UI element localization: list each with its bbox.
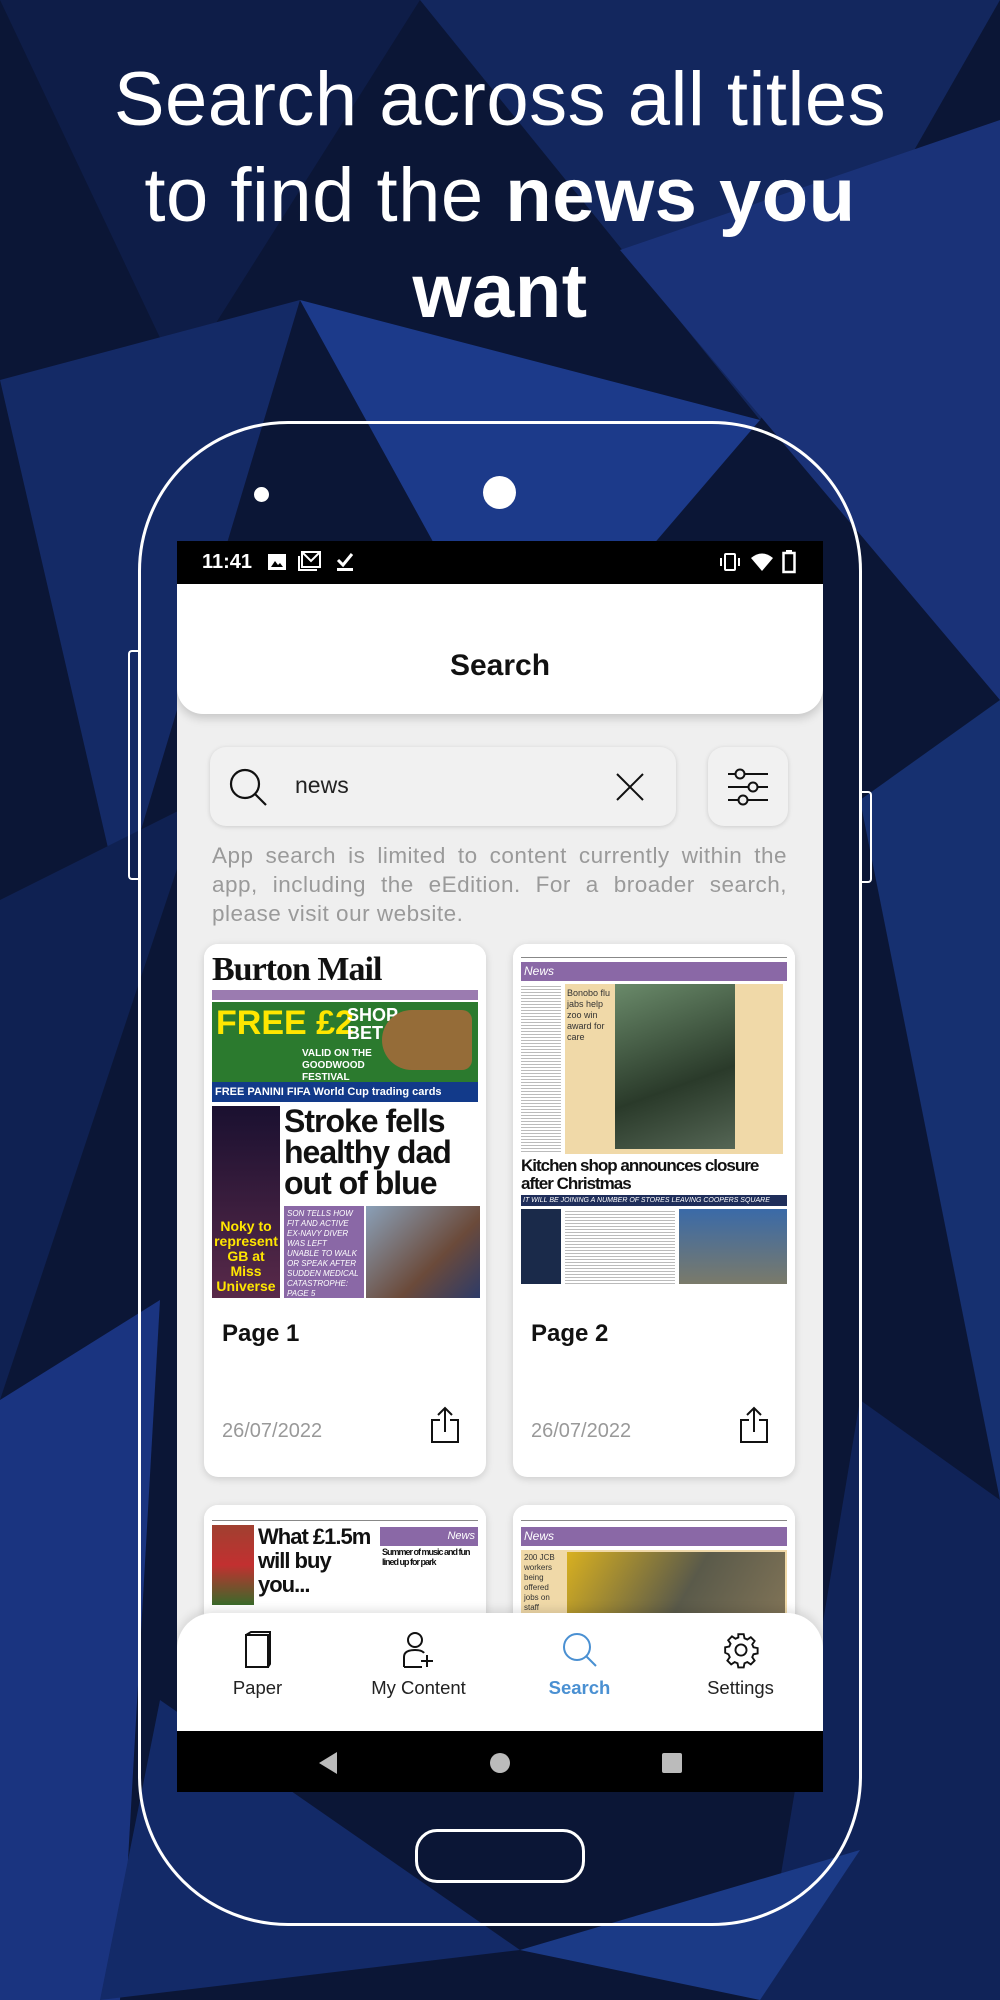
phone-volume-button: [128, 650, 140, 880]
share-icon[interactable]: [430, 1406, 460, 1444]
thumb-rule: [521, 952, 787, 958]
result-page-label: Page 1: [222, 1320, 300, 1347]
system-nav-bar: [177, 1731, 823, 1792]
thumb-rule: [212, 1513, 478, 1521]
wifi-icon: [751, 553, 773, 571]
thumb-photo: [679, 1209, 787, 1284]
search-input[interactable]: news: [210, 747, 676, 826]
thumb-story: 200 JCB workers being offered jobs on st…: [524, 1553, 555, 1612]
thumb-side-story: Summer of music and fun lined up for par…: [382, 1547, 471, 1567]
result-page-label: Page 2: [531, 1320, 609, 1347]
share-icon[interactable]: [739, 1406, 769, 1444]
status-bar: 11:41: [177, 541, 823, 584]
thumb-promo-4: FREE PANINI FIFA World Cup trading cards: [212, 1082, 478, 1102]
promo-headline: Search across all titles to find the new…: [0, 52, 1000, 340]
promo-line-2-text: to find the: [144, 153, 506, 238]
filter-button[interactable]: [708, 747, 788, 826]
nav-item-my-content[interactable]: My Content: [338, 1631, 499, 1699]
result-date: 26/07/2022: [222, 1420, 323, 1442]
search-info-text: App search is limited to content current…: [212, 843, 787, 926]
back-icon[interactable]: [317, 1751, 339, 1775]
gmail-icon: [298, 551, 321, 571]
nav-item-search[interactable]: Search: [499, 1631, 660, 1699]
promo-line-2-bold: news you: [505, 153, 856, 238]
paper-icon: [244, 1631, 271, 1668]
thumb-notices-box: [521, 1209, 561, 1284]
recents-icon[interactable]: [661, 1752, 683, 1774]
search-value: news: [295, 772, 349, 798]
vibrate-icon: [720, 553, 740, 571]
phone-sensor: [254, 487, 269, 502]
thumb-photo: [615, 984, 735, 1149]
thumb-promo-banner: FREE £2 SHOP BET VALID ON THE GOODWOOD F…: [212, 1002, 478, 1102]
thumb-photo: [212, 1525, 254, 1605]
thumb-text-column: [521, 984, 561, 1154]
app-screen: 11:41 Search news App search is limited …: [177, 541, 823, 1792]
search-icon: [229, 768, 267, 806]
battery-icon: [782, 550, 796, 574]
nav-label: Search: [548, 1677, 611, 1698]
thumb-subhead: IT WILL BE JOINING A NUMBER OF STORES LE…: [521, 1195, 787, 1206]
page-title: Search: [449, 649, 551, 682]
page-thumbnail: Burton Mail FREE £2 SHOP BET VALID ON TH…: [204, 944, 486, 1298]
promo-line-3: want: [0, 244, 1000, 340]
thumb-subhead: SON TELLS HOW FIT AND ACTIVE EX-NAVY DIV…: [284, 1206, 364, 1298]
thumb-text-column: [565, 1209, 675, 1284]
gear-icon: [723, 1633, 759, 1669]
nav-label: Paper: [232, 1677, 283, 1698]
thumb-section: News: [380, 1527, 478, 1546]
nav-label: Settings: [707, 1677, 774, 1698]
thumb-promo: FREE £2: [216, 1004, 354, 1042]
result-card-page-2[interactable]: News Bonobo flu jabs help zoo win award …: [513, 944, 795, 1477]
thumb-headline: Kitchen shop announces closure after Chr…: [521, 1156, 759, 1193]
search-icon: [562, 1633, 597, 1667]
close-icon[interactable]: [615, 772, 645, 802]
thumb-section: News: [521, 962, 787, 981]
result-date: 26/07/2022: [531, 1420, 632, 1442]
promo-line-3-bold: want: [412, 249, 588, 334]
phone-camera: [483, 476, 516, 509]
promo-line-2: to find the news you: [0, 148, 1000, 244]
add-user-icon: [402, 1632, 433, 1668]
thumb-photo: [382, 1010, 472, 1070]
download-done-icon: [336, 553, 354, 571]
thumb-headline: Stroke fells healthy dad out of blue: [284, 1103, 452, 1201]
sliders-icon: [728, 768, 768, 806]
image-icon: [268, 554, 286, 570]
bottom-nav: Paper My Content Search Settings: [177, 1613, 823, 1733]
thumb-headline: What £1.5m will buy you...: [258, 1524, 371, 1597]
nav-label: My Content: [371, 1677, 466, 1698]
nav-item-settings[interactable]: Settings: [660, 1631, 821, 1699]
page-thumbnail: News Bonobo flu jabs help zoo win award …: [513, 944, 795, 1298]
thumb-story: Bonobo flu jabs help zoo win award for c…: [567, 988, 611, 1042]
thumb-strip: [212, 990, 478, 1000]
thumb-rule: [521, 1513, 787, 1521]
app-header: Search: [177, 584, 823, 714]
phone-power-button: [860, 791, 872, 883]
thumb-side-story: Noky to represent GB at Miss Universe: [214, 1218, 278, 1294]
promo-line-1: Search across all titles: [113, 57, 887, 142]
nav-item-paper[interactable]: Paper: [177, 1631, 338, 1699]
home-icon[interactable]: [489, 1752, 511, 1774]
thumb-photo: Noky to represent GB at Miss Universe: [212, 1106, 280, 1298]
thumb-masthead: Burton Mail: [212, 951, 382, 988]
thumb-photo: [366, 1206, 480, 1298]
thumb-section: News: [521, 1527, 787, 1546]
result-card-page-1[interactable]: Burton Mail FREE £2 SHOP BET VALID ON TH…: [204, 944, 486, 1477]
thumb-promo-3: VALID ON THE GOODWOOD FESTIVAL: [302, 1048, 372, 1083]
phone-home-button: [415, 1829, 585, 1883]
status-time: 11:41: [202, 551, 253, 573]
